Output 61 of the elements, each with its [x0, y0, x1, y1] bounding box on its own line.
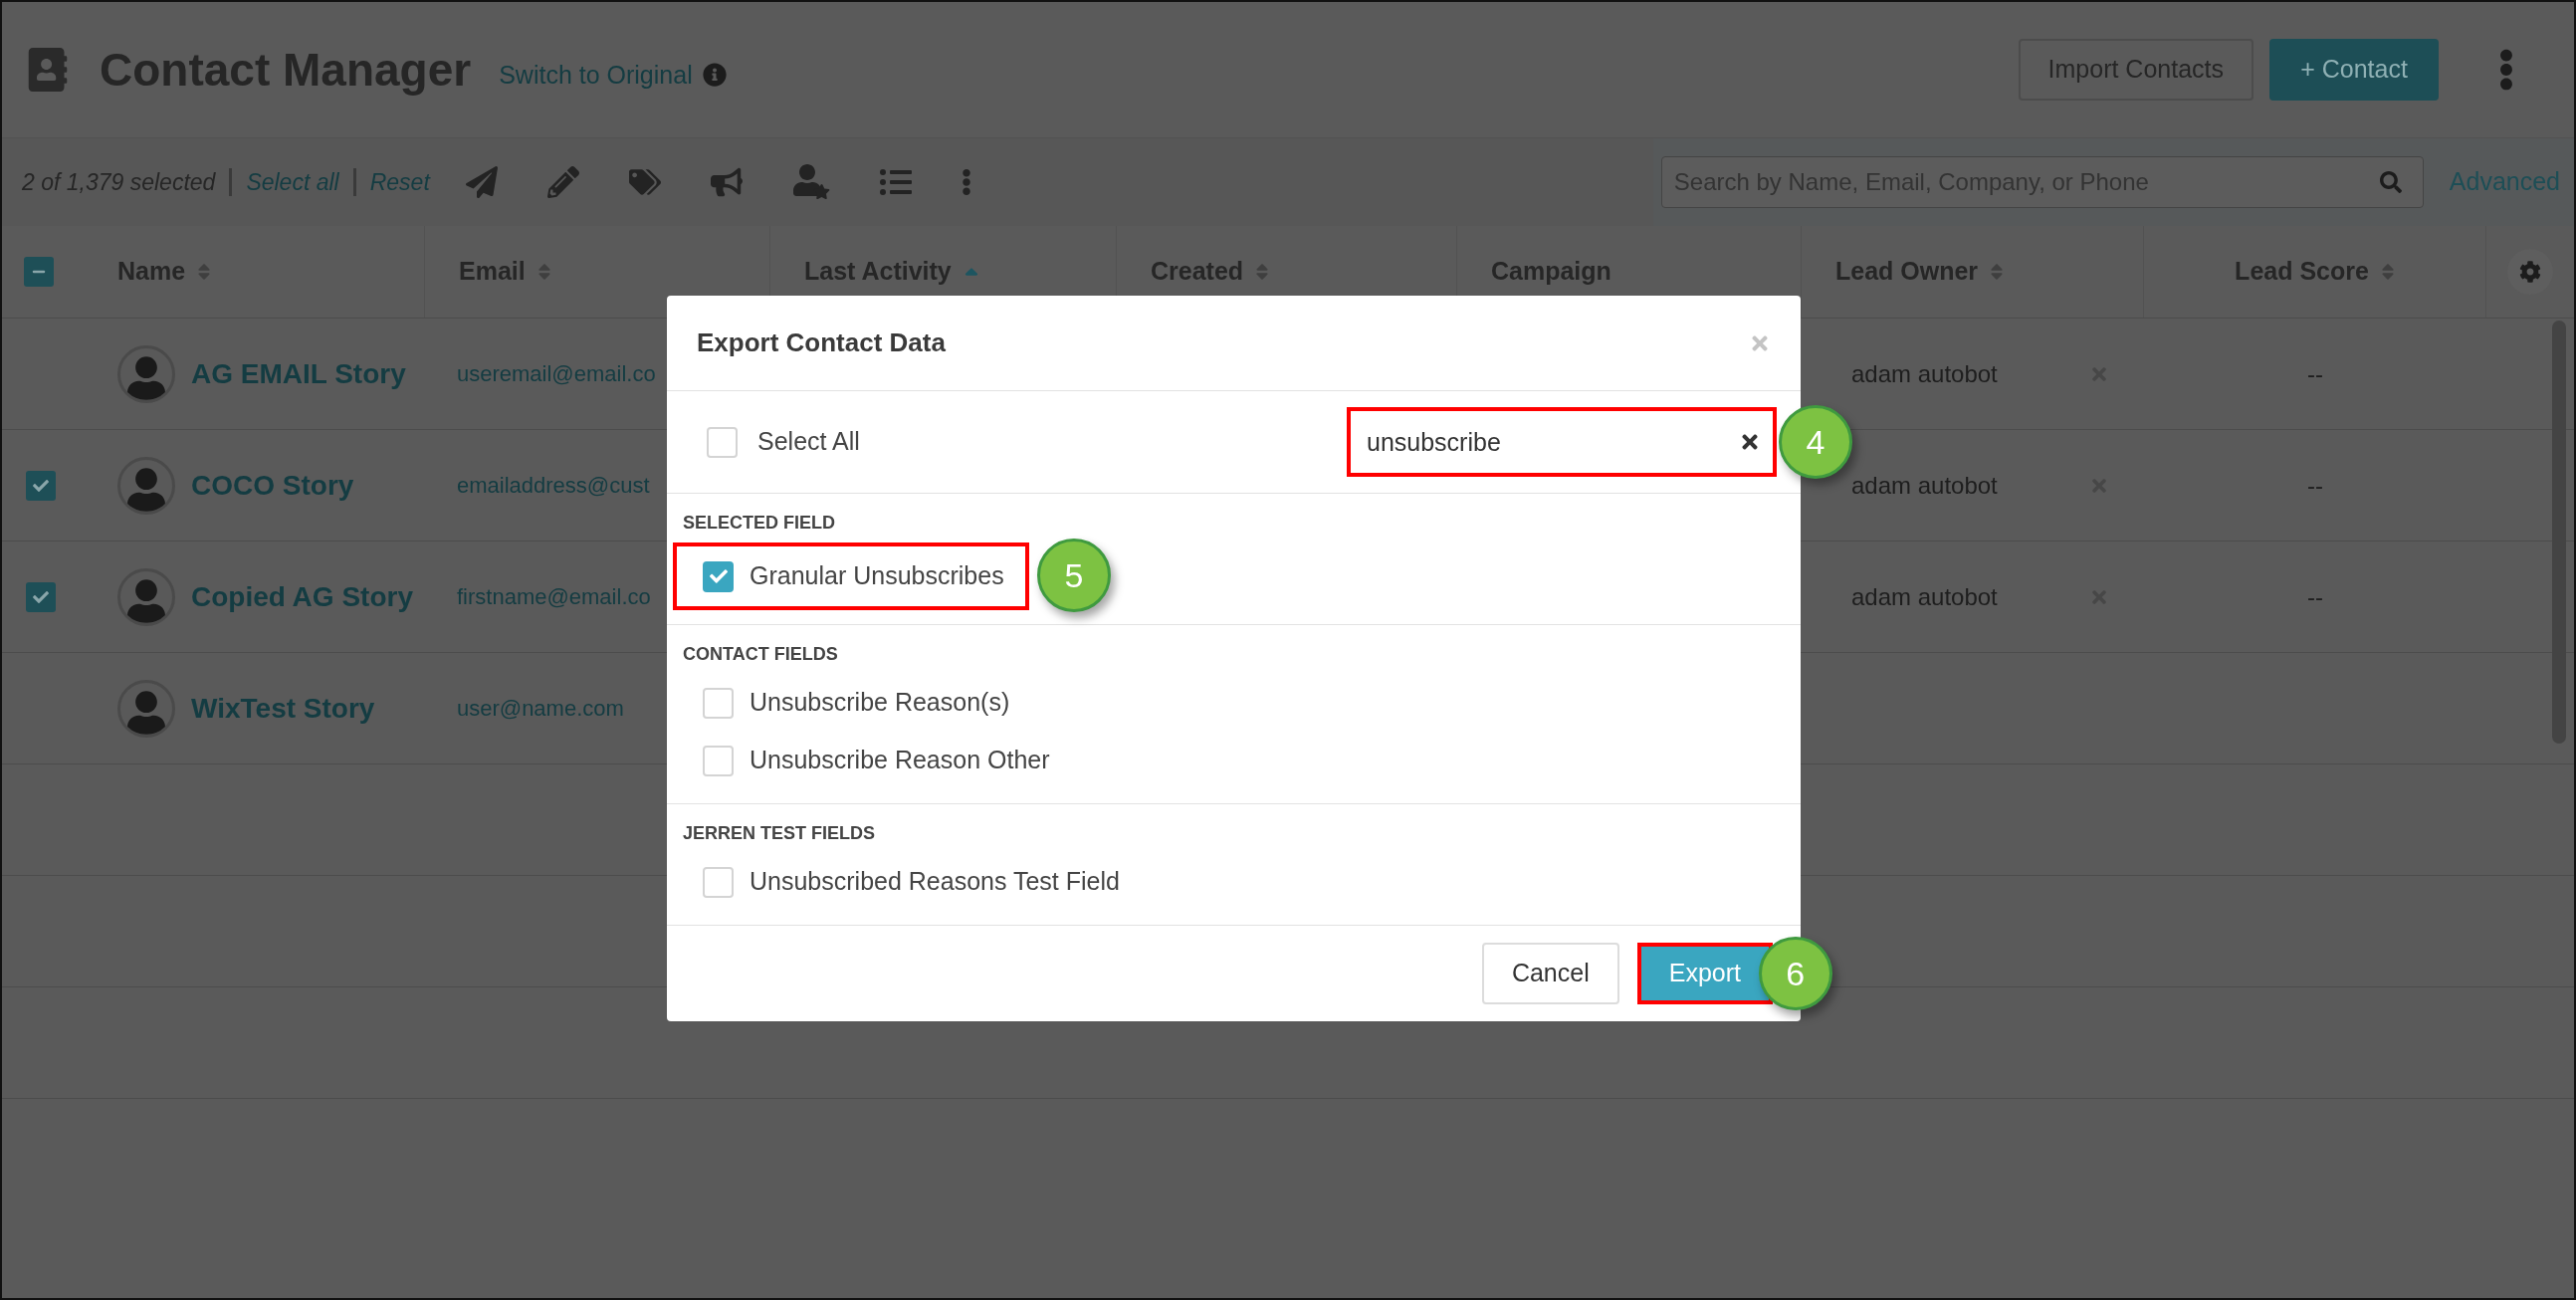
- field-search-input[interactable]: unsubscribe: [1347, 407, 1777, 477]
- field-option[interactable]: Unsubscribed Reasons Test Field: [673, 853, 1148, 911]
- address-book-icon: [26, 48, 70, 92]
- checkbox[interactable]: [26, 581, 56, 612]
- contact-name-link[interactable]: Copied AG Story: [191, 575, 413, 618]
- info-icon[interactable]: [702, 63, 727, 87]
- section-label: CONTACT FIELDS: [682, 643, 839, 666]
- contact-name-link[interactable]: WixTest Story: [191, 687, 375, 730]
- check-icon: [33, 588, 49, 605]
- sort-icon[interactable]: [2380, 262, 2395, 282]
- search-icon[interactable]: [2379, 171, 2402, 193]
- checkbox[interactable]: [26, 470, 56, 501]
- sort-icon[interactable]: [197, 262, 212, 282]
- email-cell: useremail@email.co: [457, 361, 656, 386]
- checkbox[interactable]: [703, 560, 734, 592]
- field-option[interactable]: Unsubscribe Reason(s): [673, 674, 1038, 732]
- lead-score-cell-text: --: [2307, 581, 2323, 612]
- email-cell: emailaddress@cust: [457, 473, 650, 498]
- step-number-badge: 5: [1037, 539, 1111, 612]
- step-number-badge: 4: [1779, 405, 1852, 479]
- settings-icon[interactable]: [2519, 261, 2541, 283]
- checkbox[interactable]: [703, 687, 734, 719]
- checkbox[interactable]: [703, 866, 734, 898]
- check-icon: [709, 567, 728, 585]
- sort-icon[interactable]: [1990, 262, 2005, 282]
- check-icon: [33, 477, 49, 494]
- sort-icon[interactable]: [1255, 262, 1270, 282]
- field-option[interactable]: Granular Unsubscribes: [673, 542, 1029, 610]
- select-all-checkbox[interactable]: [24, 257, 54, 287]
- send-icon[interactable]: [465, 166, 498, 198]
- lead-owner-cell-text: adam autobot: [1851, 581, 1998, 612]
- add-contact-button[interactable]: + Contact: [2269, 39, 2439, 101]
- lead-score-cell-text: --: [2307, 470, 2323, 501]
- sort-icon[interactable]: [537, 262, 551, 282]
- contact-name-link[interactable]: COCO Story: [191, 464, 354, 507]
- switch-to-original-link[interactable]: Switch to Original: [499, 57, 693, 95]
- reset-link[interactable]: Reset: [369, 164, 430, 200]
- select-all-label: Select All: [757, 426, 860, 458]
- tags-icon[interactable]: [628, 166, 661, 198]
- section-label: SELECTED FIELD: [682, 512, 836, 535]
- email-cell: user@name.com: [457, 696, 624, 721]
- checkbox[interactable]: [703, 745, 734, 776]
- megaphone-icon[interactable]: [710, 166, 743, 198]
- lead-owner-cell-text: adam autobot: [1851, 358, 1998, 389]
- more-icon[interactable]: [2498, 49, 2514, 91]
- user-star-icon[interactable]: [791, 164, 830, 200]
- export-button[interactable]: Export: [1636, 943, 1773, 1004]
- dialog-title: Export Contact Data: [697, 326, 946, 359]
- field-option[interactable]: Unsubscribe Reason Other: [673, 732, 1078, 789]
- checkbox[interactable]: [707, 426, 738, 458]
- step-number-badge: 6: [1758, 937, 1832, 1010]
- section-label: JERREN TEST FIELDS: [682, 822, 877, 845]
- cancel-button[interactable]: Cancel: [1481, 943, 1619, 1004]
- select-all-link[interactable]: Select all: [246, 164, 339, 200]
- advanced-link[interactable]: Advanced: [2449, 163, 2560, 201]
- contact-name-link[interactable]: AG EMAIL Story: [191, 352, 406, 395]
- list-icon[interactable]: [879, 166, 912, 198]
- lead-owner-cell-text: adam autobot: [1851, 470, 1998, 501]
- email-cell: firstname@email.co: [457, 584, 651, 609]
- lead-score-cell-text: --: [2307, 358, 2323, 389]
- pencil-icon[interactable]: [546, 166, 579, 198]
